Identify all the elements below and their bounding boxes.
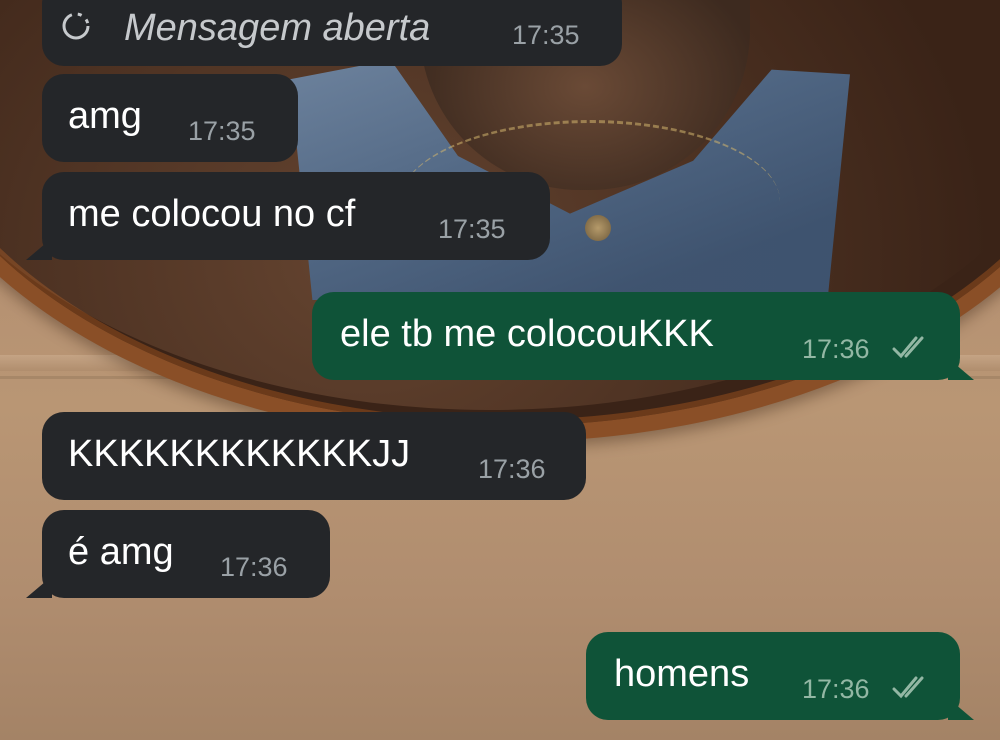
message-text: me colocou no cf [68,193,356,235]
message-time: 17:35 [188,116,256,146]
message-time: 17:36 [802,334,870,364]
message-bubble-outgoing[interactable]: homens 17:36 [586,632,960,720]
bubble-tail [26,238,52,260]
double-check-icon [892,676,924,699]
message-bubble-incoming[interactable]: amg 17:35 [42,74,298,162]
message-time: 17:36 [478,454,546,484]
bubble-tail [948,358,974,380]
message-time: 17:35 [438,214,506,244]
bubble-tail [948,698,974,720]
message-text: é amg [68,531,174,573]
dashed-circle-icon [62,12,90,40]
message-text: Mensagem aberta [124,7,431,49]
message-list[interactable]: Mensagem aberta 17:35 amg 17:35 me coloc… [0,0,1000,740]
message-bubble-incoming[interactable]: KKKKKKKKKKKKJJ 17:36 [42,412,586,500]
message-bubble-incoming[interactable]: me colocou no cf 17:35 [42,172,550,260]
message-bubble-outgoing[interactable]: ele tb me colocouKKK 17:36 [312,292,960,380]
double-check-icon [892,336,924,359]
message-bubble-incoming[interactable]: Mensagem aberta 17:35 [42,0,622,66]
message-time: 17:35 [512,20,580,50]
message-time: 17:36 [220,552,288,582]
bubble-tail [26,576,52,598]
message-text: amg [68,95,142,137]
message-bubble-incoming[interactable]: é amg 17:36 [42,510,330,598]
message-text: homens [614,653,750,695]
message-time: 17:36 [802,674,870,704]
message-text: ele tb me colocouKKK [340,313,714,355]
message-text: KKKKKKKKKKKKJJ [68,433,411,475]
